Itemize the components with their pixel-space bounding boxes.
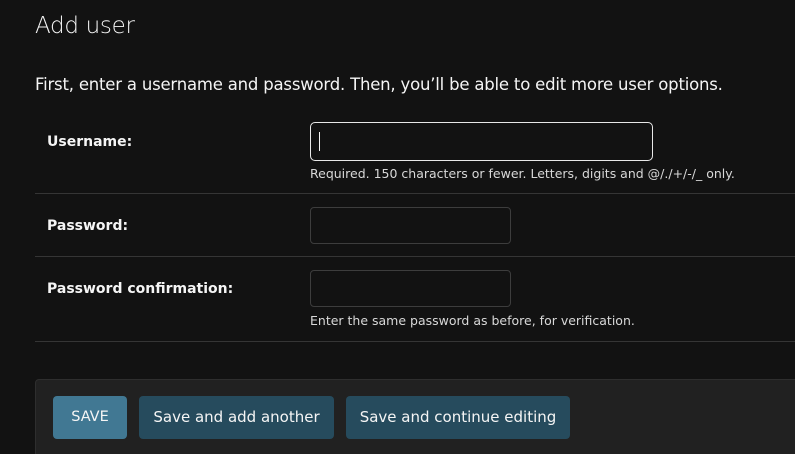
save-button[interactable]: SAVE — [53, 396, 127, 439]
add-user-page: Add user First, enter a username and pas… — [0, 0, 795, 454]
username-input[interactable] — [310, 122, 653, 161]
password-confirmation-help-text: Enter the same password as before, for v… — [310, 313, 635, 328]
username-help-text: Required. 150 characters or fewer. Lette… — [310, 166, 735, 181]
save-and-continue-editing-button[interactable]: Save and continue editing — [346, 396, 570, 439]
submit-row: SAVE Save and add another Save and conti… — [35, 379, 795, 454]
page-title: Add user — [35, 13, 135, 39]
form-row-password: Password: — [35, 194, 795, 257]
password-label: Password: — [47, 218, 129, 234]
password-confirmation-input[interactable] — [310, 270, 511, 307]
password-confirmation-label: Password confirmation: — [47, 281, 234, 297]
username-label: Username: — [47, 134, 133, 150]
save-and-add-another-button[interactable]: Save and add another — [139, 396, 334, 439]
form-row-username: Username: Required. 150 characters or fe… — [35, 112, 795, 194]
password-input[interactable] — [310, 207, 511, 244]
intro-text: First, enter a username and password. Th… — [35, 75, 723, 94]
form-row-password-confirmation: Password confirmation: Enter the same pa… — [35, 257, 795, 342]
text-cursor — [319, 132, 320, 151]
